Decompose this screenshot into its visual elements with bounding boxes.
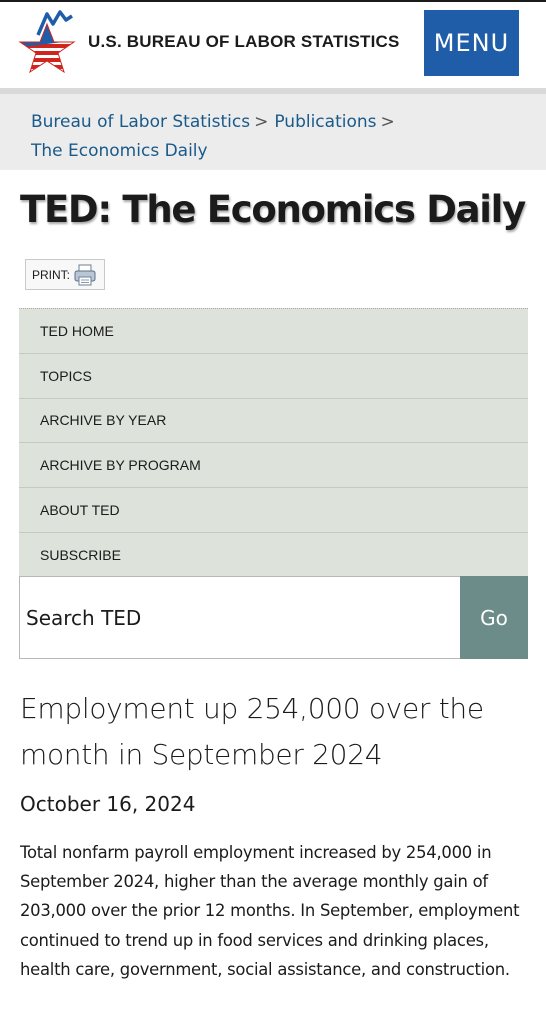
- breadcrumb-link-bls[interactable]: Bureau of Labor Statistics: [31, 112, 250, 132]
- site-header: U.S. BUREAU OF LABOR STATISTICS MENU: [0, 2, 546, 88]
- breadcrumb-separator: >: [380, 112, 395, 132]
- breadcrumb-separator: >: [254, 112, 269, 132]
- print-label: PRINT:: [32, 267, 71, 282]
- printer-icon: [74, 264, 96, 285]
- article-body: Total nonfarm payroll employment increas…: [20, 843, 520, 979]
- nav-item-archive-by-program[interactable]: ARCHIVE BY PROGRAM: [19, 443, 528, 489]
- breadcrumb-link-ted[interactable]: The Economics Daily: [31, 141, 208, 161]
- article-date: October 16, 2024: [20, 792, 196, 816]
- bls-star-logo-icon[interactable]: [14, 4, 80, 82]
- nav-item-ted-home[interactable]: TED HOME: [19, 309, 528, 354]
- nav-item-archive-by-year[interactable]: ARCHIVE BY YEAR: [19, 399, 528, 444]
- nav-item-subscribe[interactable]: SUBSCRIBE: [19, 533, 528, 578]
- nav-item-topics[interactable]: TOPICS: [19, 354, 528, 399]
- search-input[interactable]: [19, 576, 461, 659]
- site-title[interactable]: U.S. BUREAU OF LABOR STATISTICS: [88, 32, 400, 52]
- breadcrumb-link-publications[interactable]: Publications: [274, 112, 376, 132]
- menu-button[interactable]: MENU: [424, 10, 519, 76]
- page-title: TED: The Economics Daily: [20, 188, 526, 231]
- article-title: Employment up 254,000 over the month in …: [20, 692, 484, 771]
- nav-item-about-ted[interactable]: ABOUT TED: [19, 488, 528, 533]
- search-go-button[interactable]: Go: [460, 576, 528, 659]
- breadcrumb: Bureau of Labor Statistics > Publications >…: [0, 88, 546, 170]
- ted-nav-menu: TED HOME TOPICS ARCHIVE BY YEAR ARCHIVE …: [19, 308, 528, 578]
- print-button[interactable]: PRINT:: [25, 259, 105, 290]
